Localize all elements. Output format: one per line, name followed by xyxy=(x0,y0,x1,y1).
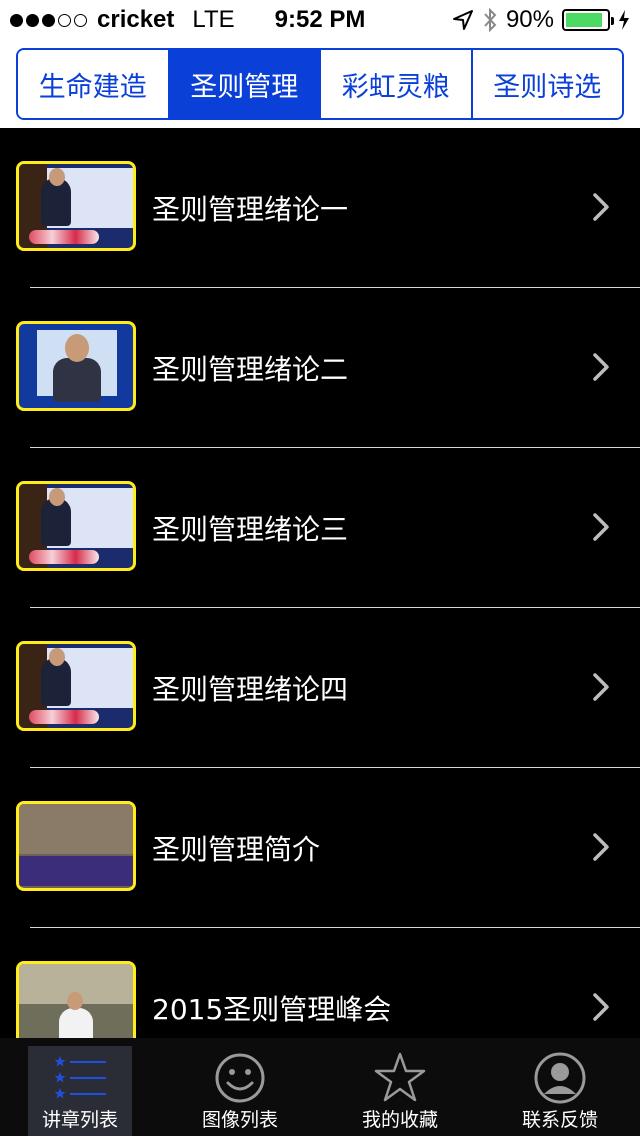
smiley-icon xyxy=(215,1053,265,1103)
chevron-right-icon xyxy=(593,673,609,701)
tab-label: 我的收藏 xyxy=(361,1109,438,1131)
video-thumbnail xyxy=(16,481,136,571)
list-item-title: 圣则管理绪论四 xyxy=(152,673,349,706)
list-item-title: 圣则管理绪论三 xyxy=(152,513,349,546)
status-right: 90% xyxy=(452,6,630,34)
category-bar: 生命建造 圣则管理 彩虹灵粮 圣则诗选 xyxy=(0,40,640,128)
list-item[interactable]: 2015圣则管理峰会 xyxy=(0,928,640,1038)
chevron-right-icon xyxy=(593,513,609,541)
location-arrow-icon xyxy=(452,10,473,30)
charging-bolt-icon xyxy=(619,10,629,30)
bluetooth-icon xyxy=(484,7,497,33)
tab-label: 彩虹灵粮 xyxy=(341,71,450,103)
sermon-list: 圣则管理绪论一 圣则管理绪论二 圣则管理绪论三 圣则管理绪论四 圣则管理简介 2… xyxy=(0,128,640,1038)
list-item[interactable]: 圣则管理简介 xyxy=(0,768,640,928)
battery-icon xyxy=(562,9,614,31)
tab-sermon-list[interactable]: 讲章列表 xyxy=(0,1038,160,1136)
chevron-right-icon xyxy=(593,193,609,221)
tab-shengze-shixuan[interactable]: 圣则诗选 xyxy=(472,50,622,118)
tab-label: 生命建造 xyxy=(38,71,147,103)
chevron-right-icon xyxy=(593,353,609,381)
category-segmented-control: 生命建造 圣则管理 彩虹灵粮 圣则诗选 xyxy=(16,48,624,120)
tab-label: 圣则诗选 xyxy=(493,71,602,103)
tab-feedback[interactable]: 联系反馈 xyxy=(480,1038,640,1136)
tab-caihong-lingliang[interactable]: 彩虹灵粮 xyxy=(321,50,473,118)
tab-label: 圣则管理 xyxy=(190,71,299,103)
tab-label: 联系反馈 xyxy=(521,1109,598,1131)
person-icon xyxy=(534,1052,586,1104)
list-item-title: 圣则管理绪论一 xyxy=(152,193,349,226)
list-icon xyxy=(54,1056,106,1099)
list-item[interactable]: 圣则管理绪论四 xyxy=(0,608,640,768)
list-item-title: 圣则管理绪论二 xyxy=(152,353,349,386)
video-thumbnail xyxy=(16,961,136,1038)
list-item[interactable]: 圣则管理绪论一 xyxy=(0,128,640,288)
video-thumbnail xyxy=(16,641,136,731)
tab-shengming-jianzao[interactable]: 生命建造 xyxy=(18,50,170,118)
video-thumbnail xyxy=(16,161,136,251)
chevron-right-icon xyxy=(593,993,609,1021)
tab-image-list[interactable]: 图像列表 xyxy=(160,1038,320,1136)
bottom-tab-bar: 讲章列表 图像列表 我的收藏 联系反馈 xyxy=(0,1038,640,1136)
video-thumbnail xyxy=(16,801,136,891)
tab-favorites[interactable]: 我的收藏 xyxy=(320,1038,480,1136)
list-item-title: 2015圣则管理峰会 xyxy=(152,993,392,1026)
list-item[interactable]: 圣则管理绪论三 xyxy=(0,448,640,608)
chevron-right-icon xyxy=(593,833,609,861)
tab-shengze-guanli[interactable]: 圣则管理 xyxy=(169,50,321,118)
status-bar: cricket LTE 9:52 PM 90% xyxy=(0,0,640,40)
list-item[interactable]: 圣则管理绪论二 xyxy=(0,288,640,448)
list-item-title: 圣则管理简介 xyxy=(152,833,321,866)
star-icon xyxy=(374,1052,426,1102)
tab-label: 讲章列表 xyxy=(41,1109,118,1131)
tab-label: 图像列表 xyxy=(201,1109,278,1131)
battery-percent: 90% xyxy=(505,6,554,33)
video-thumbnail xyxy=(16,321,136,411)
